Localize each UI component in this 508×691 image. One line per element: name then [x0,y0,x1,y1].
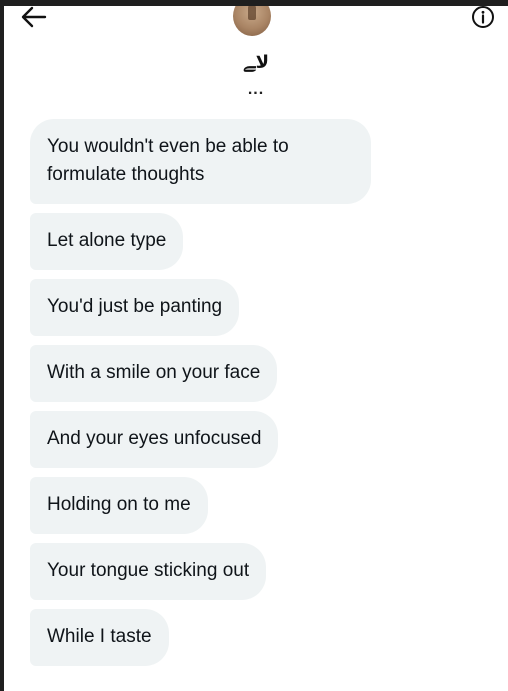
message-bubble[interactable]: And your eyes unfocused [30,411,279,468]
message-bubble[interactable]: You wouldn't even be able to formulate t… [30,119,371,204]
message-bubble[interactable]: Your tongue sticking out [30,543,267,600]
avatar-figure [248,6,256,20]
message-list: You wouldn't even be able to formulate t… [30,119,490,675]
message-bubble[interactable]: While I taste [30,609,169,666]
message-bubble[interactable]: You'd just be panting [30,279,240,336]
back-button[interactable] [19,6,49,32]
message-bubble[interactable]: With a smile on your face [30,345,278,402]
avatar[interactable] [233,6,271,36]
typing-indicator: ... [247,81,265,98]
info-circle-icon [472,6,494,28]
message-bubble[interactable]: Let alone type [30,213,184,270]
dm-conversation-screen: ﻻﮯ ... You wouldn't even be able to form… [4,6,508,691]
arrow-left-icon [21,6,47,28]
conversation-username[interactable]: ﻻﮯ [4,52,508,74]
message-bubble[interactable]: Holding on to me [30,477,208,534]
info-button[interactable] [470,6,496,30]
